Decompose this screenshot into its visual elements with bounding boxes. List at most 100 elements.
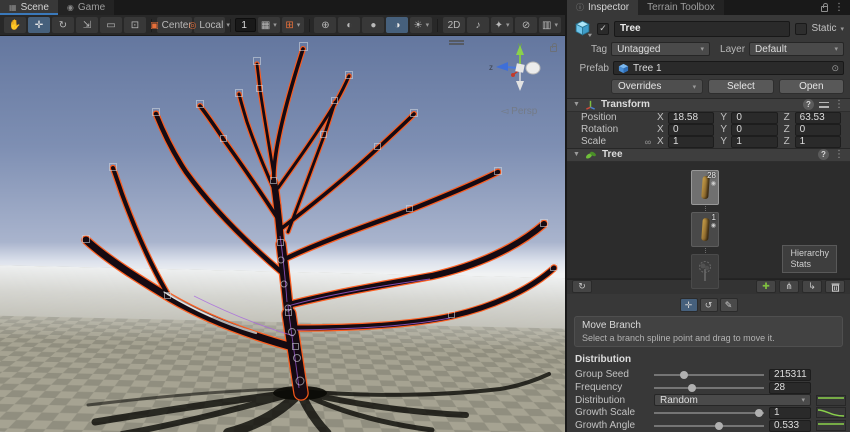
add-branch-group-button[interactable]: ⋔: [779, 280, 799, 293]
delete-node-button[interactable]: [825, 280, 845, 293]
rotation-y-field[interactable]: 0: [731, 124, 777, 136]
growth-scale-curve-preview[interactable]: [816, 407, 846, 418]
move-tool-button[interactable]: ✛: [28, 17, 50, 33]
scene-lighting-button[interactable]: ◐: [338, 17, 360, 33]
prefab-row: Prefab Tree 1 ⊙: [567, 57, 850, 76]
scale-x-field[interactable]: 1: [668, 136, 714, 148]
scene-audio-button[interactable]: ●: [362, 17, 384, 33]
scale-tool-button[interactable]: ⇲: [76, 17, 98, 33]
grid-visibility-dropdown[interactable]: ▦▾: [258, 17, 280, 33]
growth-scale-field[interactable]: 1: [769, 407, 811, 419]
tab-inspector-label: Inspector: [588, 2, 629, 13]
lock-icon[interactable]: [821, 6, 828, 12]
tab-scene[interactable]: ▦ Scene: [0, 0, 58, 15]
audio-mute-button[interactable]: ♪: [467, 17, 489, 33]
foldout-icon[interactable]: ▼: [573, 101, 580, 108]
pivot-mode-dropdown[interactable]: ▣ Center ▾: [157, 17, 192, 33]
shading-mode-button[interactable]: ⊕: [314, 17, 336, 33]
open-button[interactable]: Open: [779, 79, 844, 94]
overlay-handle[interactable]: [449, 40, 464, 45]
rotate-tool-button[interactable]: ↻: [52, 17, 74, 33]
projection-label[interactable]: ◅ Persp: [487, 106, 551, 117]
transform-header[interactable]: ▼ Transform ? ⋮: [567, 98, 850, 112]
group-seed-field[interactable]: 215311: [769, 369, 811, 381]
scale-z-value: 1: [800, 136, 806, 147]
scale-label: Scale: [581, 136, 639, 147]
tab-game[interactable]: ◉ Game: [58, 0, 114, 15]
chevron-down-icon: ▾: [554, 21, 558, 29]
layer-dropdown[interactable]: Default ▾: [749, 42, 844, 56]
tree-node-root[interactable]: [691, 254, 719, 289]
toolbar-separator: [230, 19, 231, 32]
camera-settings-dropdown[interactable]: ▥▾: [539, 17, 561, 33]
presets-icon[interactable]: [819, 101, 829, 109]
freehand-branch-tool[interactable]: ✎: [720, 298, 738, 312]
snap-increment-field[interactable]: 1: [235, 18, 255, 32]
space-mode-dropdown[interactable]: ◎ Local ▾: [194, 17, 225, 33]
rotation-x-value: 0: [673, 124, 679, 135]
gizmo-lock-icon: [550, 46, 557, 52]
distribution-dropdown[interactable]: Random ▾: [654, 394, 811, 406]
gameobject-name-field[interactable]: Tree: [614, 21, 790, 37]
tab-inspector[interactable]: ⓘ Inspector: [567, 0, 638, 15]
tree-node-branch-group-1[interactable]: 1 ◉: [691, 212, 719, 247]
kebab-menu-icon[interactable]: ⋮: [834, 99, 844, 110]
frequency-field[interactable]: 28: [769, 382, 811, 394]
overrides-dropdown[interactable]: Overrides ▾: [611, 79, 703, 94]
scale-z-field[interactable]: 1: [795, 136, 841, 148]
refresh-button[interactable]: ↻: [572, 280, 592, 293]
effects-menu-dropdown[interactable]: ☀▾: [410, 17, 432, 33]
pan-tool-button[interactable]: ✋: [4, 17, 26, 33]
distribution-curve-preview[interactable]: [816, 395, 846, 406]
eye-icon[interactable]: ◉: [711, 180, 716, 187]
rect-tool-button[interactable]: ▭: [100, 17, 122, 33]
scene-gizmo[interactable]: y z ◅ Persp: [487, 40, 557, 124]
rotation-z-field[interactable]: 0: [795, 124, 841, 136]
frequency-slider[interactable]: [654, 381, 764, 394]
tree-hierarchy-panel[interactable]: 28 ◉ 1 ◉ Hierarchy: [567, 162, 850, 279]
2d-mode-label: 2D: [448, 20, 461, 31]
hidden-objects-button[interactable]: ⊘: [515, 17, 537, 33]
prefab-name: Tree 1: [633, 63, 827, 74]
kebab-menu-icon[interactable]: ⋮: [834, 149, 844, 160]
growth-angle-curve-preview[interactable]: [816, 420, 846, 431]
tree-node-branch-group-2[interactable]: 28 ◉: [691, 170, 719, 205]
2d-mode-button[interactable]: 2D: [443, 17, 465, 33]
tab-terrain-toolbox[interactable]: Terrain Toolbox: [638, 0, 724, 15]
checkmark-icon: ✓: [599, 23, 607, 34]
eye-icon[interactable]: ◉: [711, 222, 716, 229]
rotation-row: Rotation X 0 Y 0 Z 0: [567, 124, 850, 136]
static-dropdown-icon[interactable]: ▾: [840, 25, 844, 33]
rotation-x-field[interactable]: 0: [668, 124, 714, 136]
constrain-proportions-icon[interactable]: ∞: [641, 137, 655, 147]
growth-angle-slider[interactable]: [654, 419, 764, 432]
scene-fx-dropdown[interactable]: ✦▾: [491, 17, 513, 33]
position-z-field[interactable]: 63.53: [795, 112, 841, 124]
prefab-target-icon[interactable]: ⊙: [831, 63, 839, 74]
foldout-icon[interactable]: ▼: [573, 151, 580, 158]
select-button[interactable]: Select: [708, 79, 773, 94]
growth-angle-field[interactable]: 0.533: [769, 420, 811, 432]
active-checkbox[interactable]: ✓: [597, 23, 609, 35]
growth-scale-slider[interactable]: [654, 406, 764, 419]
transform-tool-button[interactable]: ⊡: [124, 17, 146, 33]
prefab-field[interactable]: Tree 1 ⊙: [613, 61, 844, 75]
kebab-menu-icon[interactable]: ⋮: [834, 2, 844, 13]
help-icon[interactable]: ?: [803, 99, 814, 110]
help-icon[interactable]: ?: [818, 149, 829, 160]
add-leaf-group-button[interactable]: ✚: [756, 280, 776, 293]
group-seed-slider[interactable]: [654, 368, 764, 381]
rotate-branch-tool[interactable]: ↺: [700, 298, 718, 312]
scale-y-field[interactable]: 1: [731, 136, 777, 148]
tree-component-header[interactable]: ▼ Tree ? ⋮: [567, 148, 850, 162]
position-x-field[interactable]: 18.58: [668, 112, 714, 124]
gameobject-cube-icon[interactable]: [573, 19, 592, 38]
snap-settings-dropdown[interactable]: ⊞▾: [282, 17, 304, 33]
scene-effects-button[interactable]: ◑: [386, 17, 408, 33]
move-branch-tool[interactable]: ✛: [680, 298, 698, 312]
static-checkbox[interactable]: [795, 23, 807, 35]
position-y-field[interactable]: 0: [731, 112, 777, 124]
duplicate-node-button[interactable]: ↳: [802, 280, 822, 293]
tag-dropdown[interactable]: Untagged ▾: [611, 42, 710, 56]
scene-viewport[interactable]: y z ◅ Persp: [0, 36, 565, 432]
